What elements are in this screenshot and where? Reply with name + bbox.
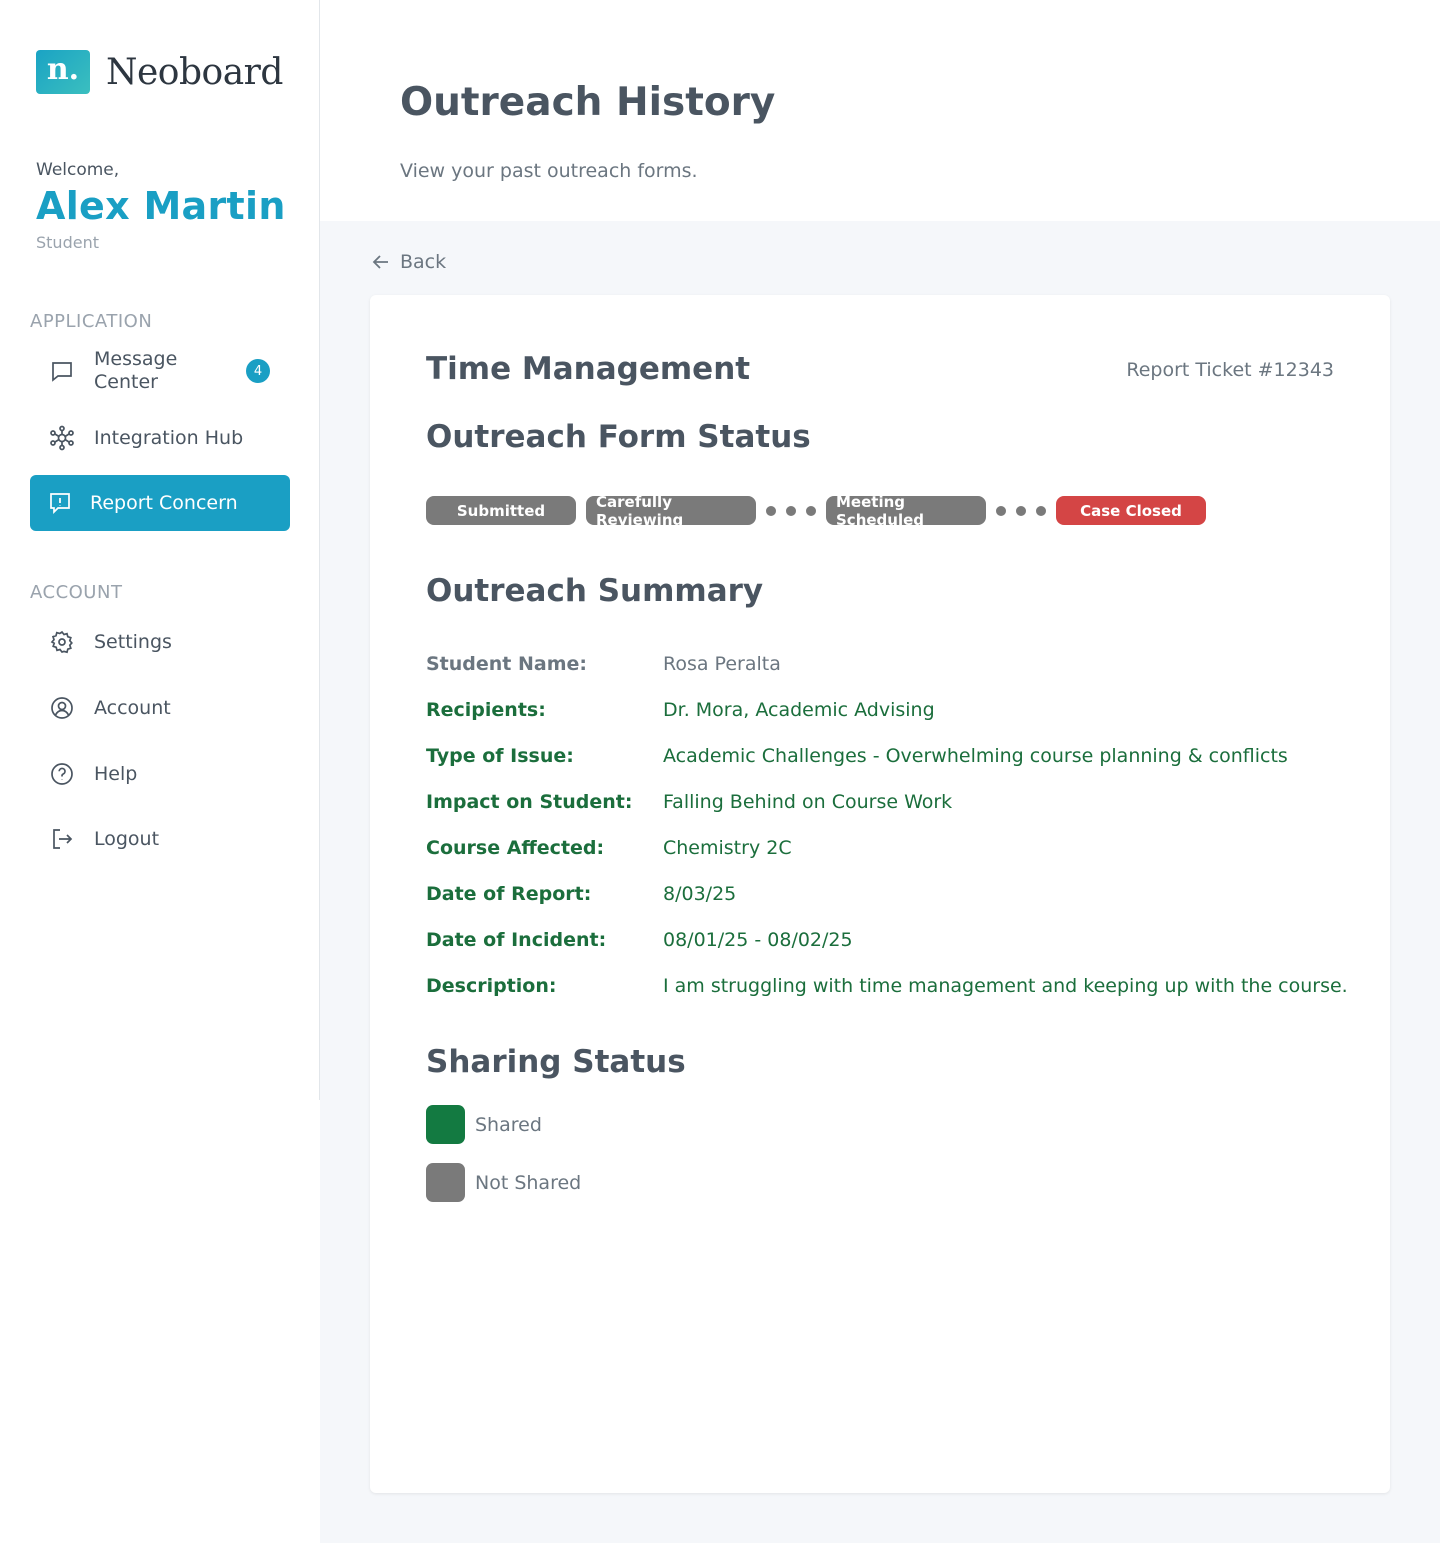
user-role: Student <box>36 233 99 252</box>
summary-row-impact: Impact on Student: Falling Behind on Cou… <box>426 791 952 813</box>
summary-value: 08/01/25 - 08/02/25 <box>663 929 853 951</box>
report-title: Time Management <box>426 351 751 387</box>
sharing-heading: Sharing Status <box>426 1044 686 1080</box>
sidebar-item-account[interactable]: Account <box>30 694 290 722</box>
summary-row-description: Description: I am struggling with time m… <box>426 975 1348 997</box>
status-pill-meeting-scheduled: Meeting Scheduled <box>826 493 986 529</box>
status-connector <box>766 505 816 516</box>
sidebar-item-label: Help <box>94 763 138 785</box>
user-name: Alex Martin <box>36 184 286 228</box>
gear-icon <box>30 630 94 654</box>
logout-icon <box>30 827 94 851</box>
back-label: Back <box>400 251 447 273</box>
sidebar-item-message-center[interactable]: Message Center 4 <box>30 348 290 394</box>
summary-label: Description: <box>426 975 557 997</box>
summary-label: Recipients: <box>426 699 546 721</box>
status-connector <box>996 505 1046 516</box>
status-pill-case-closed: Case Closed <box>1056 496 1206 525</box>
sidebar-item-label: Settings <box>94 631 172 653</box>
shared-swatch <box>426 1105 465 1144</box>
summary-label: Date of Incident: <box>426 929 607 951</box>
user-circle-icon <box>30 696 94 720</box>
summary-row-student-name: Student Name: Rosa Peralta <box>426 653 781 675</box>
legend-label: Not Shared <box>475 1171 582 1194</box>
status-pill-reviewing: Carefully Reviewing <box>586 493 756 529</box>
summary-row-incident-date: Date of Incident: 08/01/25 - 08/02/25 <box>426 929 853 951</box>
sidebar-item-settings[interactable]: Settings <box>30 628 290 656</box>
message-icon <box>30 359 94 383</box>
report-ticket: Report Ticket #12343 <box>1126 359 1334 381</box>
summary-value: Academic Challenges - Overwhelming cours… <box>663 745 1288 767</box>
logo-text: Neoboard <box>106 51 283 93</box>
summary-value: 8/03/25 <box>663 883 737 905</box>
sidebar-item-report-concern[interactable]: Report Concern <box>30 475 290 531</box>
summary-label: Student Name: <box>426 653 588 675</box>
arrow-left-icon <box>372 255 388 269</box>
sidebar-item-logout[interactable]: Logout <box>30 825 290 853</box>
summary-label: Type of Issue: <box>426 745 574 767</box>
status-pill-submitted: Submitted <box>426 496 576 525</box>
report-icon <box>30 491 90 515</box>
status-heading: Outreach Form Status <box>426 419 811 455</box>
sidebar-item-label: Logout <box>94 828 160 850</box>
sidebar: n. Neoboard Welcome, Alex Martin Student… <box>0 0 320 1100</box>
status-tracker: Submitted Carefully Reviewing Meeting Sc… <box>426 493 1206 529</box>
sidebar-item-integration-hub[interactable]: Integration Hub <box>30 424 290 452</box>
summary-label: Impact on Student: <box>426 791 633 813</box>
welcome-text: Welcome, <box>36 160 120 180</box>
summary-row-course: Course Affected: Chemistry 2C <box>426 837 792 859</box>
back-link[interactable]: Back <box>372 251 446 273</box>
summary-value: Chemistry 2C <box>663 837 792 859</box>
page-subtitle: View your past outreach forms. <box>400 160 698 182</box>
sidebar-item-help[interactable]: Help <box>30 760 290 788</box>
logo-mark: n. <box>36 50 90 94</box>
summary-value: Rosa Peralta <box>663 653 781 675</box>
summary-value: Dr. Mora, Academic Advising <box>663 699 935 721</box>
summary-label: Course Affected: <box>426 837 605 859</box>
section-label-account: ACCOUNT <box>30 582 123 603</box>
page-header: Outreach History View your past outreach… <box>320 0 1440 221</box>
summary-row-report-date: Date of Report: 8/03/25 <box>426 883 736 905</box>
summary-value: Falling Behind on Course Work <box>663 791 953 813</box>
page-title: Outreach History <box>400 80 776 125</box>
unread-badge: 4 <box>246 359 270 383</box>
outreach-detail-card: Time Management Report Ticket #12343 Out… <box>370 295 1390 1493</box>
sidebar-item-label: Report Concern <box>90 492 238 514</box>
sidebar-item-label: Message Center <box>94 348 178 393</box>
sidebar-item-label: Account <box>94 697 171 719</box>
summary-row-issue-type: Type of Issue: Academic Challenges - Ove… <box>426 745 1288 767</box>
integration-hub-icon <box>30 425 94 451</box>
logo[interactable]: n. Neoboard <box>36 50 283 94</box>
summary-value: I am struggling with time management and… <box>663 975 1348 997</box>
legend-label: Shared <box>475 1113 542 1136</box>
not-shared-swatch <box>426 1163 465 1202</box>
sidebar-item-label: Integration Hub <box>94 427 244 449</box>
legend-shared: Shared <box>426 1105 542 1144</box>
summary-heading: Outreach Summary <box>426 573 764 609</box>
summary-row-recipients: Recipients: Dr. Mora, Academic Advising <box>426 699 935 721</box>
summary-label: Date of Report: <box>426 883 592 905</box>
legend-not-shared: Not Shared <box>426 1163 581 1202</box>
section-label-application: APPLICATION <box>30 311 153 332</box>
help-icon <box>30 762 94 786</box>
